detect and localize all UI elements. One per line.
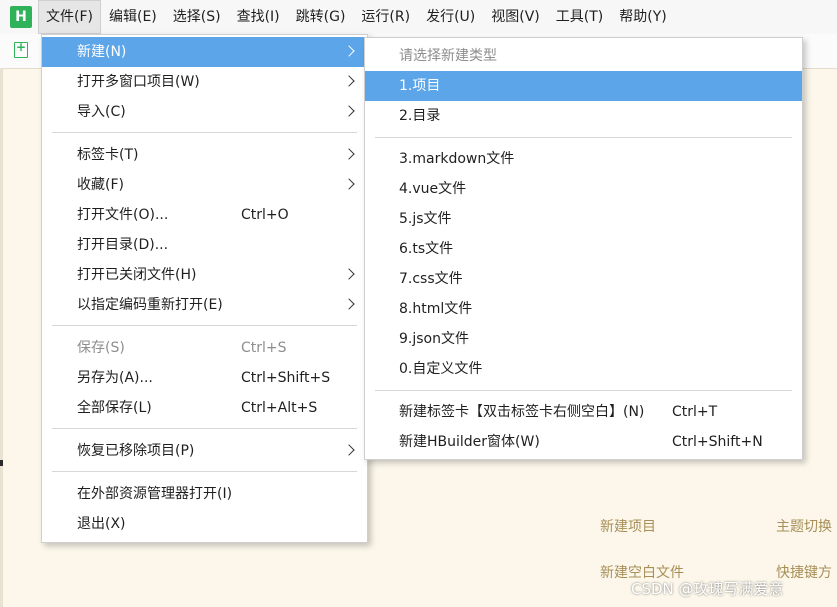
menu-item-label: 保存(S) [77,340,125,356]
new-submenu-item-project[interactable]: 1.项目 [365,71,802,101]
new-submenu-item-directory[interactable]: 2.目录 [365,101,802,131]
menu-separator [52,428,357,429]
menu-goto[interactable]: 跳转(G) [288,0,354,34]
file-menu-item-save[interactable]: 保存(S) Ctrl+S [42,333,367,363]
menu-item-label: 6.ts文件 [399,241,454,257]
menu-edit[interactable]: 编辑(E) [101,0,165,34]
menu-item-label: 4.vue文件 [399,181,467,197]
chevron-right-icon [343,75,355,87]
menu-separator [52,471,357,472]
new-submenu-item-vue[interactable]: 4.vue文件 [365,174,802,204]
file-menu-item-open-file[interactable]: 打开文件(O)... Ctrl+O [42,200,367,230]
menu-separator [52,132,357,133]
menu-item-label: 8.html文件 [399,301,473,317]
menu-item-shortcut: Ctrl+Alt+S [241,400,318,416]
menu-item-shortcut: Ctrl+O [241,207,289,223]
menu-item-label: 新建标签卡【双击标签卡右侧空白】(N) [399,404,645,420]
menu-item-label: 1.项目 [399,78,441,94]
menu-item-shortcut: Ctrl+Shift+S [241,370,331,386]
menu-hint-label: 请选择新建类型 [399,48,497,64]
file-menu-item-new[interactable]: 新建(N) [42,37,367,67]
menu-tools[interactable]: 工具(T) [548,0,611,34]
menu-separator [375,137,792,138]
menu-item-label: 0.自定义文件 [399,361,483,377]
file-menu-item-import[interactable]: 导入(C) [42,97,367,127]
file-menu: 新建(N) 打开多窗口项目(W) 导入(C) 标签卡(T) 收藏(F) 打开文件… [41,34,368,543]
chevron-right-icon [343,178,355,190]
menu-item-shortcut: Ctrl+T [672,404,718,420]
chevron-right-icon [343,45,355,57]
menu-item-label: 打开目录(D)... [77,237,169,253]
welcome-theme-switch-link[interactable]: 主题切换 [776,516,832,536]
menu-item-label: 在外部资源管理器打开(I) [77,486,233,502]
chevron-right-icon [343,268,355,280]
menu-run[interactable]: 运行(R) [353,0,418,34]
file-menu-item-save-as[interactable]: 另存为(A)... Ctrl+Shift+S [42,363,367,393]
new-submenu-item-html[interactable]: 8.html文件 [365,294,802,324]
file-menu-item-tabs[interactable]: 标签卡(T) [42,140,367,170]
menu-help[interactable]: 帮助(Y) [611,0,674,34]
csdn-watermark: CSDN @玫瑰写满爱意 [631,580,784,598]
file-menu-item-exit[interactable]: 退出(X) [42,509,367,539]
menu-view[interactable]: 视图(V) [483,0,548,34]
menu-item-label: 9.json文件 [399,331,469,347]
menu-item-shortcut: Ctrl+S [241,340,287,356]
file-menu-item-open-directory[interactable]: 打开目录(D)... [42,230,367,260]
menu-item-label: 收藏(F) [77,177,124,193]
new-submenu: 请选择新建类型 1.项目 2.目录 3.markdown文件 4.vue文件 5… [364,37,803,460]
new-submenu-item-ts[interactable]: 6.ts文件 [365,234,802,264]
menu-item-label: 新建(N) [77,44,127,60]
chevron-right-icon [343,148,355,160]
menu-item-label: 全部保存(L) [77,400,152,416]
new-submenu-item-css[interactable]: 7.css文件 [365,264,802,294]
file-menu-item-restore-removed-project[interactable]: 恢复已移除项目(P) [42,436,367,466]
new-submenu-item-json[interactable]: 9.json文件 [365,324,802,354]
welcome-shortcuts-link[interactable]: 快捷键方 [776,562,832,582]
menu-item-label: 退出(X) [77,516,126,532]
menu-file[interactable]: 文件(F) [38,0,101,34]
chevron-right-icon [343,105,355,117]
menu-publish[interactable]: 发行(U) [418,0,483,34]
menu-item-label: 恢复已移除项目(P) [77,443,195,459]
new-file-icon[interactable] [14,40,28,58]
menu-separator [375,390,792,391]
file-menu-item-open-multi-window-project[interactable]: 打开多窗口项目(W) [42,67,367,97]
hbuilder-logo-icon: H [10,6,32,28]
chevron-right-icon [343,298,355,310]
menu-item-label: 打开多窗口项目(W) [77,74,200,90]
menu-item-label: 打开文件(O)... [77,207,169,223]
menu-separator [52,325,357,326]
file-menu-item-reopen-with-encoding[interactable]: 以指定编码重新打开(E) [42,290,367,320]
file-menu-item-open-in-explorer[interactable]: 在外部资源管理器打开(I) [42,479,367,509]
menu-item-label: 7.css文件 [399,271,463,287]
gutter-marker [0,460,3,466]
chevron-right-icon [343,444,355,456]
menu-item-label: 以指定编码重新打开(E) [77,297,223,313]
file-menu-item-open-closed-file[interactable]: 打开已关闭文件(H) [42,260,367,290]
menu-item-label: 新建HBuilder窗体(W) [399,434,540,450]
left-gutter [0,68,3,607]
menu-item-label: 导入(C) [77,104,126,120]
menu-item-shortcut: Ctrl+Shift+N [672,434,763,450]
new-submenu-hint: 请选择新建类型 [365,41,802,71]
menu-find[interactable]: 查找(I) [229,0,288,34]
menu-item-label: 标签卡(T) [77,147,139,163]
menu-item-label: 3.markdown文件 [399,151,515,167]
file-menu-item-save-all[interactable]: 全部保存(L) Ctrl+Alt+S [42,393,367,423]
new-submenu-item-custom[interactable]: 0.自定义文件 [365,354,802,384]
new-submenu-item-new-tab[interactable]: 新建标签卡【双击标签卡右侧空白】(N) Ctrl+T [365,397,802,427]
menu-item-label: 5.js文件 [399,211,452,227]
new-submenu-item-markdown[interactable]: 3.markdown文件 [365,144,802,174]
menu-item-label: 另存为(A)... [77,370,153,386]
welcome-new-project-link[interactable]: 新建项目 [600,516,656,536]
new-submenu-item-new-window[interactable]: 新建HBuilder窗体(W) Ctrl+Shift+N [365,427,802,457]
file-menu-item-favorites[interactable]: 收藏(F) [42,170,367,200]
menu-select[interactable]: 选择(S) [165,0,229,34]
menu-item-label: 打开已关闭文件(H) [77,267,197,283]
new-submenu-item-js[interactable]: 5.js文件 [365,204,802,234]
menu-item-label: 2.目录 [399,108,441,124]
menu-bar: H 文件(F) 编辑(E) 选择(S) 查找(I) 跳转(G) 运行(R) 发行… [0,0,837,34]
